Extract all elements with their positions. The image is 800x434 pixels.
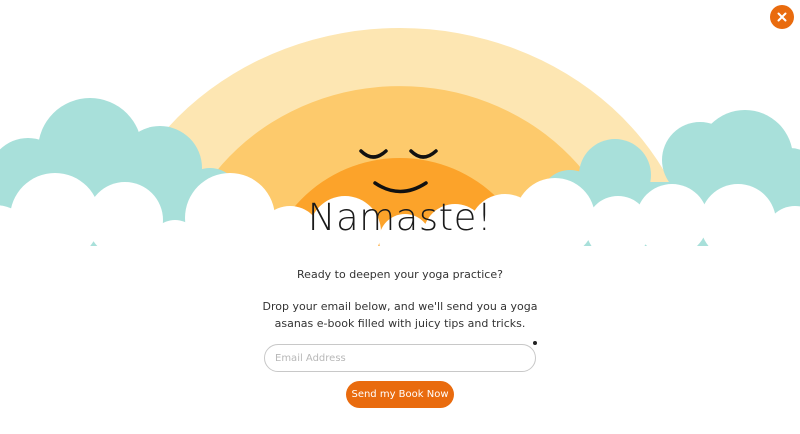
popup-description: Drop your email below, and we'll send yo… [0,298,800,332]
popup-description-line: asanas e-book filled with juicy tips and… [274,317,526,330]
send-book-button[interactable]: Send my Book Now [346,381,454,408]
yoga-signup-popup: Namaste! Ready to deepen your yoga pract… [0,0,800,434]
close-icon [777,12,787,22]
close-button[interactable] [770,5,794,29]
popup-question: Ready to deepen your yoga practice? [297,268,503,281]
popup-description-line: Drop your email below, and we'll send yo… [262,300,538,313]
email-field[interactable] [264,344,536,372]
required-marker [533,341,537,345]
sun-rainbow-illustration [0,28,800,300]
popup-title: Namaste! [307,196,493,239]
